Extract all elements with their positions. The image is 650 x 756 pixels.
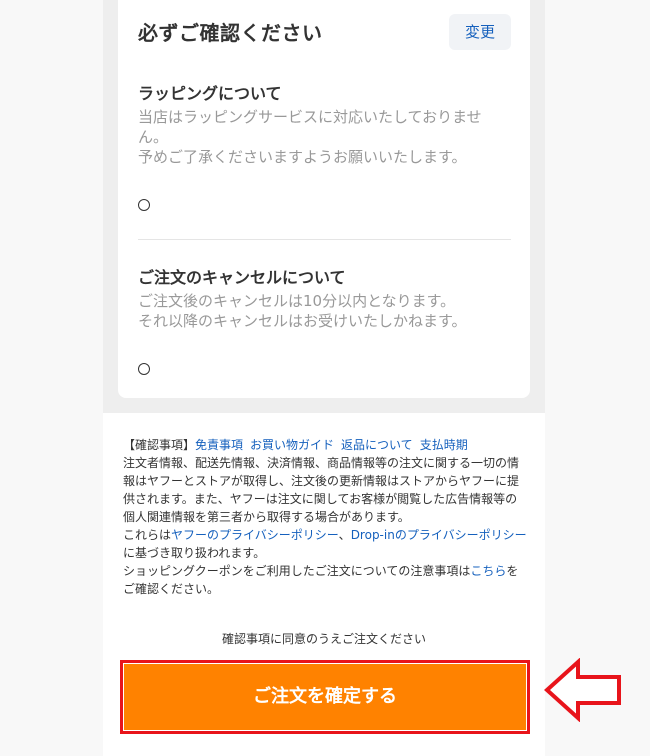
link-disclaimer[interactable]: 免責事項 <box>195 438 243 452</box>
notice-privacy-text: これらはヤフーのプライバシーポリシー、Drop-inのプライバシーポリシーに基づ… <box>123 528 527 560</box>
notice-links: 【確認事項】免責事項 お買い物ガイド 返品について 支払時期 <box>123 438 468 452</box>
agree-text: 確認事項に同意のうえご注文ください <box>221 632 426 646</box>
notice-info-text: 注文者情報、配送先情報、決済情報、商品情報等の注文に関する一切の情報はヤフーとス… <box>123 456 520 524</box>
cancel-radio[interactable] <box>138 363 150 375</box>
confirmation-card: 必ずご確認ください 変更 ラッピングについて 当店はラッピングサービスに対応いた… <box>118 0 530 398</box>
wrapping-description: 当店はラッピングサービスに対応いたしておりません。 予めご了承くださいますようお… <box>138 108 482 166</box>
content-background: 必ずご確認ください 変更 ラッピングについて 当店はラッピングサービスに対応いた… <box>103 0 545 413</box>
change-button[interactable]: 変更 <box>449 14 511 50</box>
checkout-column: 必ずご確認ください 変更 ラッピングについて 当店はラッピングサービスに対応いた… <box>103 0 545 756</box>
section-divider <box>138 239 511 240</box>
link-payment-timing[interactable]: 支払時期 <box>420 438 468 452</box>
link-yahoo-privacy[interactable]: ヤフーのプライバシーポリシー <box>171 528 339 542</box>
left-arrow-icon <box>544 658 621 722</box>
notice-block: 【確認事項】免責事項 お買い物ガイド 返品について 支払時期 注文者情報、配送先情報、… <box>123 436 527 598</box>
wrapping-radio[interactable] <box>138 199 150 211</box>
link-shopping-guide[interactable]: お買い物ガイド <box>250 438 334 452</box>
link-returns[interactable]: 返品について <box>341 438 413 452</box>
wrapping-heading: ラッピングについて <box>138 84 282 103</box>
cancel-heading: ご注文のキャンセルについて <box>138 268 346 287</box>
link-dropin-privacy[interactable]: Drop-inのプライバシーポリシー <box>351 528 527 542</box>
cancel-description: ご注文後のキャンセルは10分以内となります。 それ以降のキャンセルはお受けいたし… <box>138 292 467 330</box>
link-coupon-notes[interactable]: こちら <box>470 564 506 578</box>
confirm-order-button[interactable]: ご注文を確定する <box>124 664 526 730</box>
notice-coupon-text: ショッピングクーポンをご利用したご注文についての注意事項はこちらをご確認ください… <box>123 564 519 596</box>
card-title: 必ずご確認ください <box>138 21 323 45</box>
